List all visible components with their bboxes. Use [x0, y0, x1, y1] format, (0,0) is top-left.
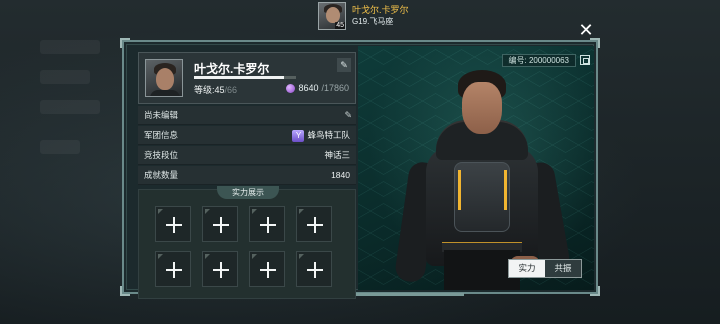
- power-slot[interactable]: [296, 206, 332, 242]
- edit-name-icon[interactable]: ✎: [337, 58, 351, 72]
- power-slot[interactable]: [249, 206, 285, 242]
- tab-power[interactable]: 实力: [509, 260, 545, 277]
- plus-icon: [260, 217, 276, 233]
- power-showcase-title: 实力展示: [217, 186, 279, 199]
- gem-icon: [286, 83, 296, 93]
- bg-blur-row: [40, 70, 90, 84]
- gems-current: 8640: [298, 83, 319, 93]
- level-value: 等级:45: [194, 85, 225, 95]
- bg-blur-row: [40, 40, 100, 54]
- character-figure: [393, 66, 572, 290]
- plus-icon: [166, 262, 182, 278]
- power-slot[interactable]: [202, 206, 238, 242]
- plus-icon: [213, 217, 229, 233]
- info-row-achievements: 成就数量 1840: [138, 166, 356, 185]
- profile-name: 叶戈尔.卡罗尔: [194, 62, 270, 76]
- plus-icon: [166, 217, 182, 233]
- team-badge-icon: Y: [292, 129, 305, 142]
- close-icon[interactable]: ✕: [578, 21, 594, 39]
- info-row-rank: 竞技段位 神话三: [138, 146, 356, 165]
- plus-icon: [307, 217, 323, 233]
- profile-left-column: 叶戈尔.卡罗尔 ✎ 等级:45/66 8640/17860 尚未编辑 ✎ 军团信…: [138, 52, 356, 299]
- power-showcase: 实力展示: [138, 186, 356, 299]
- signature-label: 尚未编辑: [144, 110, 179, 120]
- top-player-name: 叶戈尔.卡罗尔: [352, 5, 409, 15]
- copy-icon[interactable]: [580, 55, 590, 65]
- tab-resonance[interactable]: 共振: [545, 260, 581, 277]
- top-avatar: 45: [318, 2, 346, 30]
- profile-panel: 叶戈尔.卡罗尔 ✎ 等级:45/66 8640/17860 尚未编辑 ✎ 军团信…: [120, 38, 600, 299]
- bg-blur-row: [40, 140, 80, 154]
- top-avatar-level: 45: [335, 22, 345, 29]
- profile-card: 叶戈尔.卡罗尔 ✎ 等级:45/66 8640/17860: [138, 52, 356, 104]
- gem-counter: 8640/17860: [286, 83, 349, 93]
- info-row-signature[interactable]: 尚未编辑 ✎: [138, 106, 356, 125]
- edit-signature-icon[interactable]: ✎: [344, 106, 352, 125]
- bg-blur-row: [40, 100, 100, 114]
- xp-bar: [194, 76, 296, 79]
- power-slot[interactable]: [202, 251, 238, 287]
- power-slot[interactable]: [296, 251, 332, 287]
- level-suffix: /66: [224, 85, 238, 95]
- top-player-subtitle: G19.飞马座: [352, 17, 394, 26]
- top-player-badge: 45 叶戈尔.卡罗尔 G19.飞马座: [318, 2, 409, 30]
- power-slot[interactable]: [155, 206, 191, 242]
- level-label: 等级:45/66: [194, 83, 237, 96]
- gems-max: /17860: [321, 83, 349, 93]
- rank-value: 神话三: [324, 150, 350, 160]
- achievements-value: 1840: [331, 170, 350, 180]
- legion-value: 蜂鸟特工队: [307, 130, 350, 140]
- character-showcase: 编号: 200000063 实力 共振: [358, 46, 594, 290]
- achievements-label: 成就数量: [144, 170, 179, 180]
- power-slots: [155, 206, 332, 287]
- rank-label: 竞技段位: [144, 150, 179, 160]
- power-slot[interactable]: [249, 251, 285, 287]
- plus-icon: [260, 262, 276, 278]
- info-row-legion[interactable]: 军团信息 Y 蜂鸟特工队: [138, 126, 356, 145]
- view-toggle: 实力 共振: [508, 259, 582, 278]
- power-slot[interactable]: [155, 251, 191, 287]
- avatar[interactable]: [145, 59, 183, 97]
- plus-icon: [307, 262, 323, 278]
- xp-bar-fill: [194, 76, 284, 79]
- plus-icon: [213, 262, 229, 278]
- legion-label: 军团信息: [144, 130, 179, 140]
